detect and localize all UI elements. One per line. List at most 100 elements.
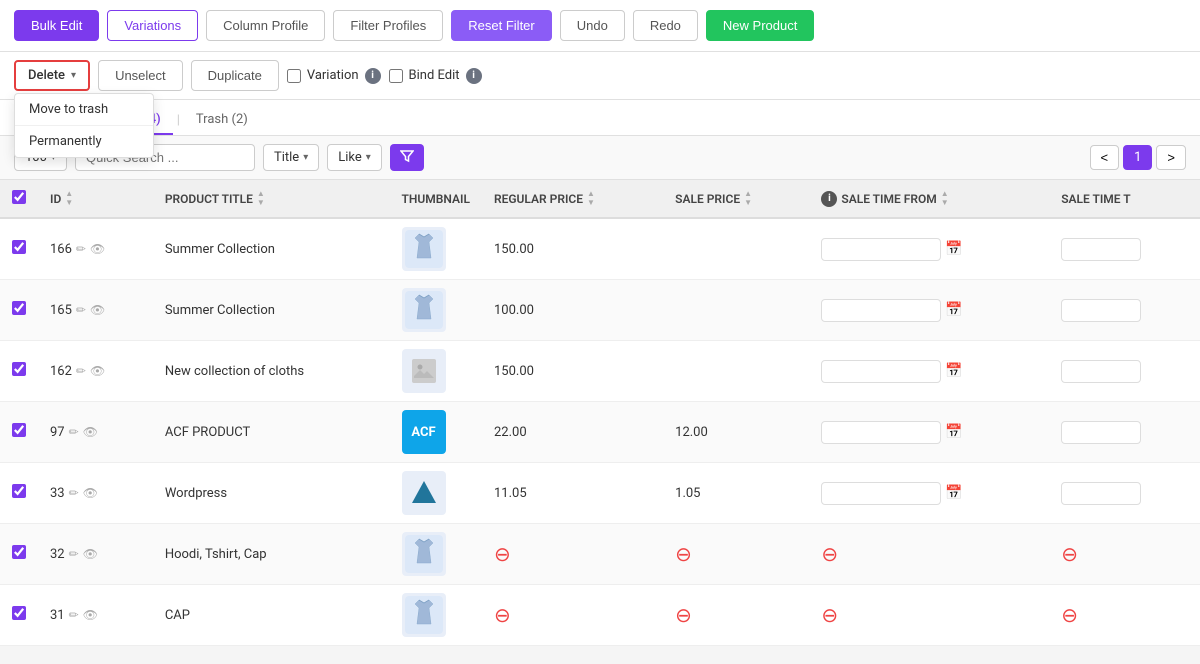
redo-button[interactable]: Redo — [633, 10, 698, 41]
eye-icon[interactable]: 👁 — [83, 425, 98, 439]
reset-filter-button[interactable]: Reset Filter — [451, 10, 551, 41]
sale-time-from-input[interactable] — [821, 360, 941, 383]
next-page-button[interactable]: > — [1156, 145, 1186, 170]
duplicate-button[interactable]: Duplicate — [191, 60, 279, 91]
edit-icon[interactable]: ✏ — [69, 547, 79, 561]
sale-time-from-sort[interactable]: ▲ ▼ — [941, 190, 949, 207]
price-value: 150.00 — [494, 242, 534, 257]
filter-profiles-button[interactable]: Filter Profiles — [333, 10, 443, 41]
sale-time-info-icon[interactable]: i — [821, 191, 837, 207]
row-checkbox-cell[interactable] — [0, 463, 38, 524]
calendar-icon[interactable]: 📅 — [945, 424, 962, 440]
row-checkbox[interactable] — [12, 423, 26, 437]
eye-icon[interactable]: 👁 — [83, 486, 98, 500]
move-to-trash-item[interactable]: Move to trash — [15, 94, 153, 126]
sale-time-from-input[interactable] — [821, 238, 941, 261]
calendar-icon[interactable]: 📅 — [945, 363, 962, 379]
th-select-all[interactable] — [0, 180, 38, 218]
row-sale-time-t-cell: ⊖ — [1049, 524, 1200, 585]
select-all-checkbox[interactable] — [12, 190, 26, 204]
row-checkbox-cell[interactable] — [0, 585, 38, 646]
variation-checkbox-label[interactable]: Variation i — [287, 68, 381, 84]
eye-icon[interactable]: 👁 — [83, 547, 98, 561]
title-chevron: ▾ — [303, 152, 308, 163]
edit-icon[interactable]: ✏ — [69, 486, 79, 500]
sale-time-from-input[interactable] — [821, 299, 941, 322]
calendar-icon[interactable]: 📅 — [945, 241, 962, 257]
table-row: 33 ✏ 👁 Wordpress 11.05 1.05 📅 — [0, 463, 1200, 524]
row-checkbox[interactable] — [12, 301, 26, 315]
chevron-down-icon: ▾ — [71, 70, 76, 81]
like-chevron: ▾ — [366, 152, 371, 163]
row-checkbox-cell[interactable] — [0, 524, 38, 585]
bind-edit-text: Bind Edit — [409, 68, 460, 83]
tabs-bar: All | Published (14) | Trash (2) — [0, 100, 1200, 136]
row-checkbox-cell[interactable] — [0, 218, 38, 280]
new-product-button[interactable]: New Product — [706, 10, 814, 41]
regular-price-sort[interactable]: ▲ ▼ — [587, 190, 595, 207]
variations-button[interactable]: Variations — [107, 10, 198, 41]
title-filter-select[interactable]: Title ▾ — [263, 144, 319, 171]
undo-button[interactable]: Undo — [560, 10, 625, 41]
permanently-item[interactable]: Permanently — [15, 126, 153, 157]
column-profile-button[interactable]: Column Profile — [206, 10, 325, 41]
eye-icon[interactable]: 👁 — [83, 608, 98, 622]
unselect-button[interactable]: Unselect — [98, 60, 183, 91]
row-checkbox[interactable] — [12, 484, 26, 498]
edit-icon[interactable]: ✏ — [76, 364, 86, 378]
tab-trash[interactable]: Trash (2) — [184, 106, 260, 135]
delete-dropdown-menu: Move to trash Permanently — [14, 93, 154, 158]
eye-icon[interactable]: 👁 — [90, 364, 105, 378]
row-checkbox-cell[interactable] — [0, 341, 38, 402]
row-checkbox-cell[interactable] — [0, 280, 38, 341]
table-row: 162 ✏ 👁 New collection of cloths 150.00 … — [0, 341, 1200, 402]
thumbnail-wp — [402, 471, 446, 515]
sale-time-t-input[interactable] — [1061, 238, 1141, 261]
row-checkbox[interactable] — [12, 362, 26, 376]
calendar-icon[interactable]: 📅 — [945, 302, 962, 318]
sale-time-t-input[interactable] — [1061, 421, 1141, 444]
bulk-edit-button[interactable]: Bulk Edit — [14, 10, 99, 41]
bind-edit-checkbox-label[interactable]: Bind Edit i — [389, 68, 482, 84]
eye-icon[interactable]: 👁 — [90, 303, 105, 317]
sale-price-sort[interactable]: ▲ ▼ — [744, 190, 752, 207]
bind-edit-info-icon[interactable]: i — [466, 68, 482, 84]
row-sale-time-from-cell: ⊖ — [809, 524, 1049, 585]
sale-time-from-input[interactable] — [821, 421, 941, 444]
row-checkbox-cell[interactable] — [0, 402, 38, 463]
prev-page-button[interactable]: < — [1090, 145, 1120, 170]
table-body: 166 ✏ 👁 Summer Collection 150.00 📅 — [0, 218, 1200, 646]
row-regular-price-cell: 22.00 — [482, 402, 663, 463]
bind-edit-checkbox[interactable] — [389, 69, 403, 83]
row-checkbox[interactable] — [12, 240, 26, 254]
like-filter-select[interactable]: Like ▾ — [327, 144, 382, 171]
edit-icon[interactable]: ✏ — [69, 425, 79, 439]
variation-checkbox[interactable] — [287, 69, 301, 83]
edit-icon[interactable]: ✏ — [76, 242, 86, 256]
delete-dropdown[interactable]: Delete ▾ Move to trash Permanently — [14, 60, 90, 91]
delete-dropdown-btn[interactable]: Delete ▾ — [14, 60, 90, 91]
edit-icon[interactable]: ✏ — [76, 303, 86, 317]
th-id: ID ▲ ▼ — [38, 180, 153, 218]
edit-icon[interactable]: ✏ — [69, 608, 79, 622]
row-sale-time-t-cell — [1049, 402, 1200, 463]
row-title: ACF PRODUCT — [165, 425, 250, 440]
row-checkbox[interactable] — [12, 545, 26, 559]
sale-time-t-input[interactable] — [1061, 360, 1141, 383]
current-page: 1 — [1123, 145, 1152, 170]
row-id-cell: 165 ✏ 👁 — [38, 280, 153, 341]
sale-time-from-input[interactable] — [821, 482, 941, 505]
title-sort-arrows[interactable]: ▲ ▼ — [257, 190, 265, 207]
filter-apply-button[interactable] — [390, 144, 424, 171]
pagination: < 1 > — [1090, 145, 1187, 170]
eye-icon[interactable]: 👁 — [90, 242, 105, 256]
row-id: 97 — [50, 425, 65, 440]
th-sale-price: SALE PRICE ▲ ▼ — [663, 180, 809, 218]
id-sort-arrows[interactable]: ▲ ▼ — [65, 190, 73, 207]
sale-time-t-input[interactable] — [1061, 299, 1141, 322]
sale-time-t-input[interactable] — [1061, 482, 1141, 505]
row-checkbox[interactable] — [12, 606, 26, 620]
th-thumbnail: THUMBNAIL — [390, 180, 482, 218]
variation-info-icon[interactable]: i — [365, 68, 381, 84]
calendar-icon[interactable]: 📅 — [945, 485, 962, 501]
